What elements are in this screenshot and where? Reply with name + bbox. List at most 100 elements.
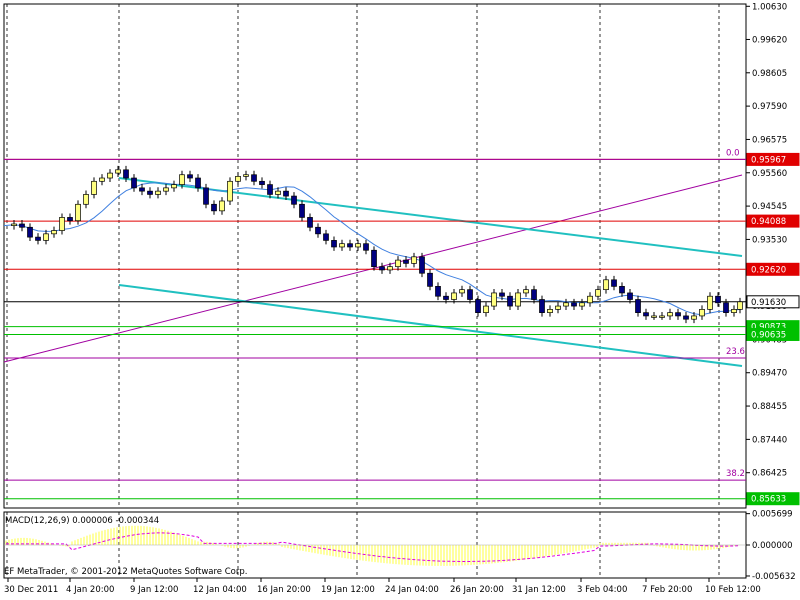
candle-body xyxy=(259,180,265,185)
candle-body xyxy=(267,184,273,195)
price-tag-label: 0.94088 xyxy=(751,217,786,227)
candle-body xyxy=(691,315,697,320)
candle-body xyxy=(563,302,569,307)
y-tick-label: 1.00630 xyxy=(752,2,787,12)
candle-body xyxy=(131,177,137,189)
candle-body xyxy=(355,243,361,248)
candle-body xyxy=(475,299,481,313)
candle-body xyxy=(395,259,401,268)
candle-body xyxy=(35,236,41,241)
candle-body xyxy=(307,217,313,228)
candle-body xyxy=(99,177,105,182)
y-tick-label: 0.95560 xyxy=(752,169,787,179)
candle-body xyxy=(203,187,209,205)
candle-body xyxy=(187,174,193,179)
candle-body xyxy=(507,295,513,307)
candle-body xyxy=(243,174,249,177)
candle-body xyxy=(299,203,305,218)
candle-body xyxy=(627,292,633,300)
x-tick-label: 10 Feb 12:00 xyxy=(705,585,761,595)
y-tick-label: 0.86425 xyxy=(752,469,787,479)
candle-body xyxy=(715,295,721,304)
candle-body xyxy=(323,233,329,241)
candle-body xyxy=(699,309,705,317)
x-tick-label: 3 Feb 04:00 xyxy=(577,585,627,595)
candle-body xyxy=(291,195,297,205)
y-tick-label: 0.98605 xyxy=(752,69,787,79)
x-tick-label: 12 Jan 04:00 xyxy=(193,585,247,595)
candle-body xyxy=(83,194,89,205)
price-tag-label: 0.92620 xyxy=(751,265,786,275)
candle-body xyxy=(619,286,625,294)
candle-body xyxy=(67,217,73,222)
candle-body xyxy=(427,272,433,287)
x-tick-label: 31 Jan 12:00 xyxy=(512,585,566,595)
candle-body xyxy=(411,256,417,264)
y-tick-label: 0.94545 xyxy=(752,202,787,212)
price-tag-label: 0.91630 xyxy=(751,298,786,308)
copyright-text: EF MetaTrader, © 2001-2012 MetaQuotes So… xyxy=(4,567,247,577)
candle-body xyxy=(331,240,337,248)
candle-body xyxy=(651,315,657,318)
candle-body xyxy=(387,266,393,271)
candle-body xyxy=(11,223,17,226)
y-tick-label: 0.87440 xyxy=(752,435,787,445)
price-tag-label: 0.90635 xyxy=(751,330,786,340)
candle-body xyxy=(275,190,281,195)
x-tick-label: 26 Jan 20:00 xyxy=(450,585,504,595)
y-tick-label: 0.97590 xyxy=(752,102,787,112)
candle-body xyxy=(139,187,145,192)
price-tag-label: 0.95967 xyxy=(751,155,786,165)
candle-body xyxy=(595,289,601,297)
x-tick-label: 4 Jan 20:00 xyxy=(66,585,114,595)
candle-body xyxy=(643,312,649,317)
y-tick-label: 0.96575 xyxy=(752,135,787,145)
y-tick-label: 0.93530 xyxy=(752,235,787,245)
candle-body xyxy=(339,243,345,248)
x-tick-label: 9 Jan 12:00 xyxy=(130,585,178,595)
candle-body xyxy=(443,295,449,300)
fibonacci-level-label: 38.2 xyxy=(726,469,745,479)
candle-body xyxy=(659,315,665,318)
candle-body xyxy=(435,286,441,297)
candle-body xyxy=(147,190,153,195)
candle-body xyxy=(419,256,425,274)
candle-body xyxy=(123,169,129,179)
candle-body xyxy=(667,312,673,317)
candle-body xyxy=(531,289,537,300)
candle-body xyxy=(251,174,257,182)
candle-body xyxy=(363,243,369,251)
candle-body xyxy=(155,190,161,195)
candle-body xyxy=(483,305,489,313)
candle-body xyxy=(571,302,577,307)
candle-body xyxy=(195,177,201,189)
fibonacci-level-label: 23.6 xyxy=(726,347,745,357)
candle-body xyxy=(211,203,217,212)
candle-body xyxy=(515,292,521,307)
candle-body xyxy=(707,295,713,310)
candle-body xyxy=(467,289,473,300)
macd-title: MACD(12,26,9) 0.000006 -0.000344 xyxy=(5,516,159,526)
trading-chart[interactable]: 1.00630 0.99620 0.98605 0.97590 0.96575 0.955… xyxy=(0,0,800,600)
price-tag-label: 0.85633 xyxy=(751,495,786,505)
candle-body xyxy=(179,174,185,185)
macd-y-tick-label: -0.005632 xyxy=(752,572,796,582)
candle-body xyxy=(499,292,505,297)
candle-body xyxy=(523,289,529,294)
candle-body xyxy=(91,180,97,195)
candle-body xyxy=(611,279,617,287)
candle-body xyxy=(451,292,457,300)
candle-body xyxy=(683,315,689,320)
candle-body xyxy=(635,299,641,313)
candle-body xyxy=(19,223,25,228)
candle-body xyxy=(75,203,81,222)
candle-body xyxy=(347,243,353,248)
chart-background xyxy=(0,0,800,600)
candle-body xyxy=(27,226,33,238)
candle-body xyxy=(43,233,49,241)
candle-body xyxy=(587,295,593,304)
candle-body xyxy=(603,279,609,291)
candle-body xyxy=(723,302,729,313)
candle-body xyxy=(51,230,57,235)
candle-body xyxy=(227,180,233,202)
